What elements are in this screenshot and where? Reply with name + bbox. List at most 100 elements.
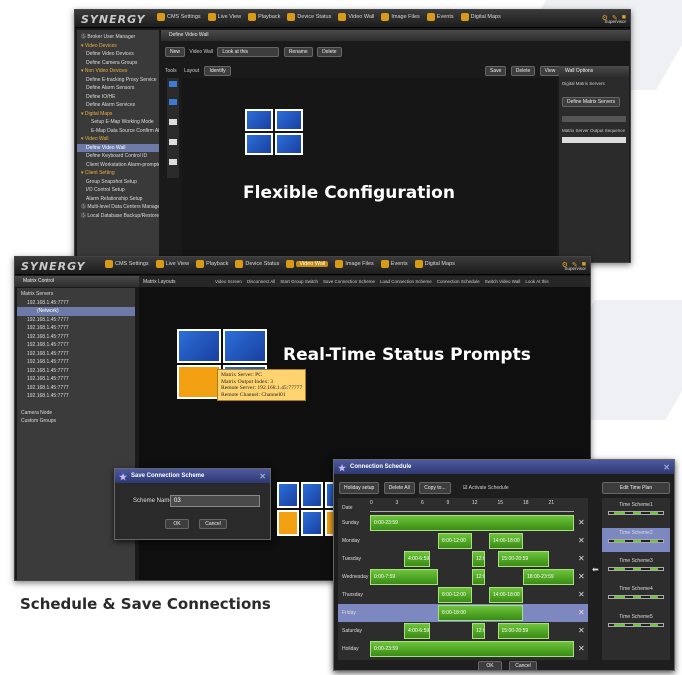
sidebar-item[interactable]: I/O Control Setup bbox=[77, 186, 159, 195]
time-block[interactable]: 8:00-12:00 bbox=[438, 533, 472, 549]
define-matrix-button[interactable]: Define Matrix Servers bbox=[562, 97, 621, 107]
tool-icon[interactable] bbox=[169, 159, 177, 165]
save-button[interactable]: Save bbox=[485, 66, 507, 76]
tree-item[interactable]: 192.168.1.45:7777 bbox=[17, 350, 135, 359]
apply-arrow-icon[interactable]: ⬅ bbox=[592, 565, 599, 574]
tree-item[interactable]: 192.168.1.45:7777 bbox=[17, 341, 135, 350]
time-block[interactable]: 12:0... bbox=[472, 569, 485, 585]
matrix-input[interactable] bbox=[562, 116, 626, 122]
sidebar-item[interactable]: Define Keyboard Control ID bbox=[77, 152, 159, 161]
time-scheme-label[interactable]: Time Scheme1 bbox=[602, 502, 670, 508]
tree-item[interactable]: 192.168.1.45:7777 bbox=[17, 367, 135, 376]
menu-item-events[interactable]: Events bbox=[380, 260, 408, 268]
view-button[interactable]: View bbox=[539, 66, 561, 76]
menu-item-playback[interactable]: Playback bbox=[248, 13, 280, 21]
delete-row-icon[interactable]: ✕ bbox=[578, 536, 585, 545]
sidebar-item[interactable]: Client Workstation Alarm-prompted Synchr… bbox=[77, 161, 159, 170]
tool-icon[interactable] bbox=[169, 99, 177, 105]
tree-item[interactable]: Custom Groups bbox=[17, 417, 135, 426]
sidebar-item[interactable]: Define Video Wall bbox=[77, 143, 159, 152]
matrix-toolbar-button[interactable]: Video Screen bbox=[215, 279, 242, 284]
time-scheme-label[interactable]: Time Scheme4 bbox=[602, 586, 670, 592]
wall-select[interactable]: Look at this bbox=[217, 47, 280, 57]
wall-tile[interactable] bbox=[301, 482, 323, 508]
wall-tile[interactable] bbox=[245, 109, 273, 131]
time-block[interactable]: 8:00-18:00 bbox=[438, 605, 523, 621]
sidebar-item[interactable]: Define Camera Groups bbox=[77, 59, 159, 68]
tab-tools[interactable]: Tools bbox=[165, 68, 177, 74]
delete-row-icon[interactable]: ✕ bbox=[578, 590, 585, 599]
wall-tile[interactable] bbox=[277, 482, 299, 508]
matrix-toolbar-button[interactable]: Load Connection Scheme bbox=[380, 279, 432, 284]
wall-tile[interactable] bbox=[245, 133, 273, 155]
edit-time-plan-button[interactable]: Edit Time Plan bbox=[602, 482, 670, 494]
sidebar-item[interactable]: Ⓢ Broker User Manager bbox=[77, 33, 159, 42]
activate-checkbox[interactable]: ☑ bbox=[463, 485, 467, 491]
wall-tile[interactable] bbox=[275, 109, 303, 131]
matrix-toolbar-button[interactable]: Switch Video Wall bbox=[485, 279, 521, 284]
delete-row-icon[interactable]: ✕ bbox=[578, 644, 585, 653]
copy-to-button[interactable]: Copy to... bbox=[419, 482, 451, 494]
tree-item[interactable]: 192.168.1.45:7777 bbox=[17, 375, 135, 384]
wall-tile-active[interactable] bbox=[277, 510, 299, 536]
tree-item[interactable]: 192.168.1.45:7777 bbox=[17, 358, 135, 367]
time-block[interactable]: 8:00-12:00 bbox=[438, 587, 472, 603]
time-block[interactable]: 18:00-23:59 bbox=[523, 569, 574, 585]
cancel-button[interactable]: Cancel bbox=[509, 661, 537, 671]
delete-row-icon[interactable]: ✕ bbox=[578, 572, 585, 581]
rename-button[interactable]: Rename bbox=[283, 47, 313, 57]
menu-item-device-status[interactable]: Device Status bbox=[235, 260, 279, 268]
time-block[interactable]: 15:00-20:59 bbox=[497, 623, 549, 639]
tree-item[interactable]: (Network) bbox=[17, 307, 135, 316]
scheme-name-input[interactable]: 03 bbox=[170, 495, 260, 507]
time-block[interactable]: 0:00-7:59 bbox=[370, 569, 438, 585]
menu-item-cms-settings[interactable]: CMS Settings bbox=[105, 260, 149, 268]
menu-item-image-files[interactable]: Image Files bbox=[381, 13, 420, 21]
sidebar-item[interactable]: ▾ Digital Maps bbox=[77, 110, 159, 119]
sidebar-item[interactable]: ▾ Non Video Devices bbox=[77, 67, 159, 76]
tree-item[interactable]: 192.168.1.45:7777 bbox=[17, 333, 135, 342]
time-block[interactable]: 0:00-23:59 bbox=[370, 641, 574, 657]
wall-tile[interactable] bbox=[223, 329, 267, 363]
wall-tile[interactable] bbox=[301, 510, 323, 536]
tool-icon[interactable] bbox=[169, 81, 177, 87]
wall-tile-active[interactable] bbox=[177, 365, 221, 399]
menu-item-video-wall[interactable]: Video Wall bbox=[338, 13, 374, 21]
menu-item-device-status[interactable]: Device Status bbox=[287, 13, 331, 21]
time-block[interactable]: 12:0... bbox=[472, 551, 485, 567]
time-scheme-label[interactable]: Time Scheme3 bbox=[602, 558, 670, 564]
sidebar-item[interactable]: Define Alarm Services bbox=[77, 101, 159, 110]
sidebar-item[interactable]: Group Snapshot Setup bbox=[77, 178, 159, 187]
tree-item[interactable]: Camera Node bbox=[17, 409, 135, 418]
sidebar-item[interactable]: Ⓢ Multi-level Data Centers Manager bbox=[77, 203, 159, 212]
delete-row-icon[interactable]: ✕ bbox=[578, 518, 585, 527]
sidebar-item[interactable]: ▾ Video Devices bbox=[77, 42, 159, 51]
time-block[interactable]: 4:00-6:59 bbox=[404, 551, 430, 567]
delete-all-button[interactable]: Delete All bbox=[383, 482, 415, 494]
tool-icon[interactable] bbox=[169, 119, 177, 125]
menu-item-playback[interactable]: Playback bbox=[196, 260, 228, 268]
matrix-toolbar-button[interactable]: Connection Schedule bbox=[437, 279, 480, 284]
tree-item[interactable]: 192.168.1.45:7777 bbox=[17, 299, 135, 308]
delete-wall-button[interactable]: Delete bbox=[510, 66, 536, 76]
sidebar-item[interactable]: ▾ Client Setting bbox=[77, 169, 159, 178]
matrix-toolbar-button[interactable]: Disconnect All bbox=[247, 279, 275, 284]
delete-row-icon[interactable]: ✕ bbox=[578, 608, 585, 617]
sidebar-item[interactable]: Alarm Relationship Setup bbox=[77, 195, 159, 204]
delete-row-icon[interactable]: ✕ bbox=[578, 626, 585, 635]
menu-item-video-wall[interactable]: Video Wall bbox=[286, 260, 329, 268]
time-block[interactable]: 12:0... bbox=[472, 623, 485, 639]
time-block[interactable]: 15:00-20:59 bbox=[497, 551, 549, 567]
matrix-toolbar-button[interactable]: Start Group Switch bbox=[280, 279, 318, 284]
video-wall-preview[interactable] bbox=[245, 109, 303, 155]
cancel-button[interactable]: Cancel bbox=[199, 519, 227, 529]
sidebar-item[interactable]: Ⓢ Local Database Backup/Restore bbox=[77, 212, 159, 221]
menu-item-cms-settings[interactable]: CMS Settings bbox=[157, 13, 201, 21]
sidebar-item[interactable]: Setup E-Map Working Mode bbox=[77, 118, 159, 127]
close-icon[interactable]: ✕ bbox=[663, 461, 670, 475]
sidebar-item[interactable]: Define Alarm Sensors bbox=[77, 84, 159, 93]
tree-item[interactable]: Matrix Servers bbox=[17, 290, 135, 299]
matrix-toolbar-button[interactable]: Save Connection Scheme bbox=[323, 279, 375, 284]
ok-button[interactable]: OK bbox=[165, 519, 189, 529]
menu-item-digital-maps[interactable]: Digital Maps bbox=[460, 13, 501, 21]
